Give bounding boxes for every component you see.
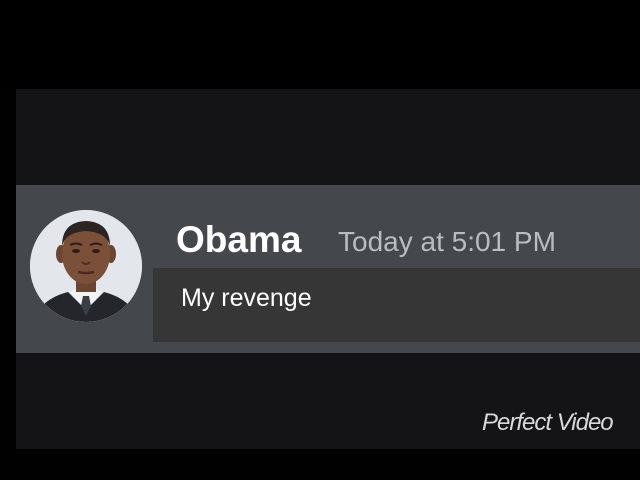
message-author[interactable]: Obama [176, 218, 301, 262]
message-content-box: My revenge [153, 268, 640, 342]
user-avatar-photo-icon [30, 210, 142, 322]
user-avatar[interactable] [30, 210, 142, 322]
message-timestamp: Today at 5:01 PM [338, 226, 556, 257]
letterbox-top [0, 0, 640, 89]
watermark: Perfect Video [482, 409, 614, 436]
message-text: My revenge [181, 284, 312, 312]
